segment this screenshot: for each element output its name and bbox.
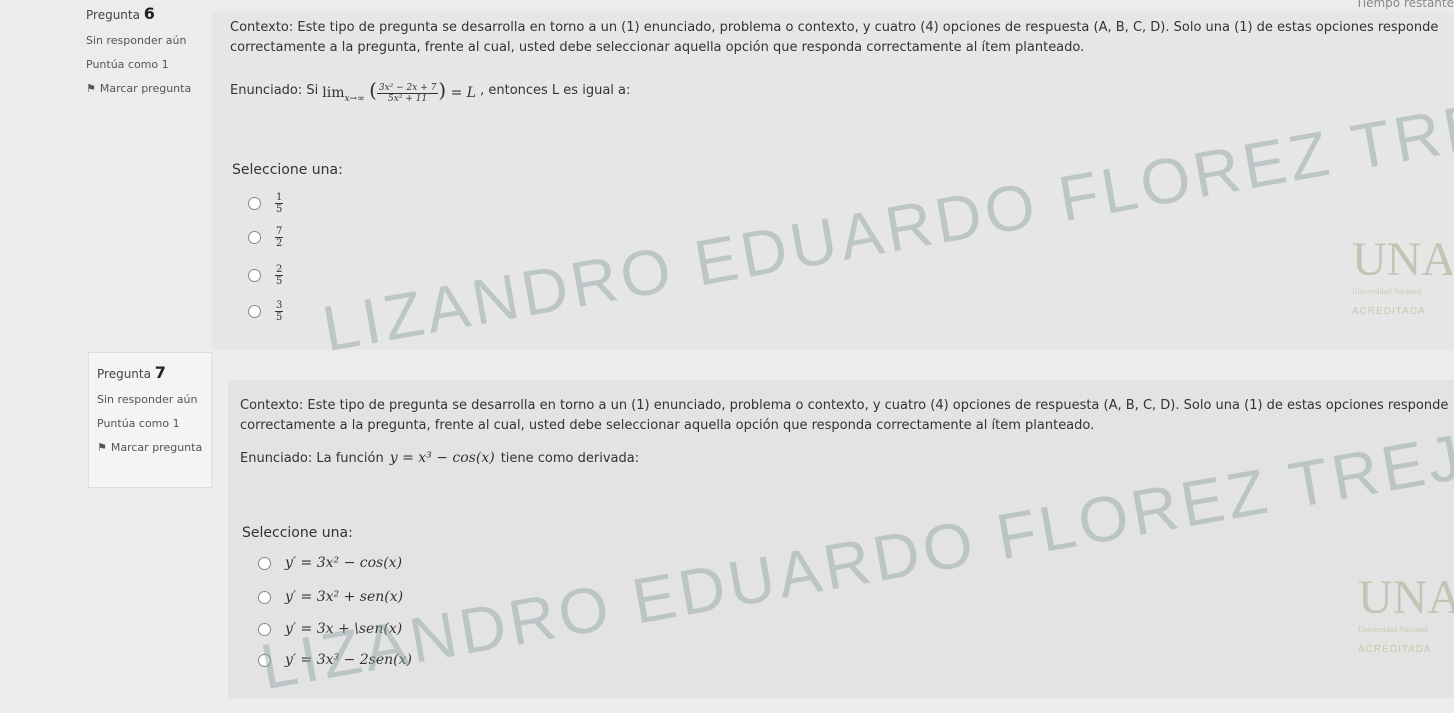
option-fraction: 15 xyxy=(275,192,284,215)
option-fraction: 35 xyxy=(275,300,284,323)
answer-option-c[interactable]: 25 xyxy=(248,264,284,287)
flag-icon: ⚑ xyxy=(86,82,96,95)
fraction-numerator: 2 xyxy=(275,264,284,276)
question-score: Puntúa como 1 xyxy=(97,417,180,430)
limit-fraction: 3x² − 2x + 7 5x² + 11 xyxy=(376,82,439,104)
limit-equals: = L xyxy=(450,85,477,101)
question-context: Contexto: Este tipo de pregunta se desar… xyxy=(240,396,1448,436)
answer-option-b[interactable]: y′ = 3x² + sen(x) xyxy=(258,589,403,605)
question-title: Pregunta 6 xyxy=(86,4,200,23)
logo-letters: UNAD xyxy=(1352,233,1452,286)
answer-option-d[interactable]: 35 xyxy=(248,300,284,323)
logo-badge: ACREDITADA xyxy=(1352,306,1426,317)
question-status: Sin responder aún xyxy=(86,34,187,47)
question-info-7: Pregunta 7 Sin responder aún Puntúa como… xyxy=(88,352,212,488)
answer-option-b[interactable]: 72 xyxy=(248,226,284,249)
statement-formula: limx→∞ (3x² − 2x + 7 5x² + 11) = L xyxy=(322,78,477,104)
flag-question-button[interactable]: ⚑ Marcar pregunta xyxy=(86,82,200,95)
timer-label: Tiempo restante xyxy=(1355,0,1454,10)
question-number: 6 xyxy=(143,4,155,23)
flag-question-button[interactable]: ⚑ Marcar pregunta xyxy=(97,441,203,454)
option-fraction: 25 xyxy=(275,264,284,287)
radio-button[interactable] xyxy=(258,556,271,570)
limit-subscript: x→∞ xyxy=(344,93,365,104)
fraction-denominator: 5 xyxy=(276,204,283,215)
statement-suffix: tiene como derivada: xyxy=(500,450,640,466)
radio-button[interactable] xyxy=(248,197,261,210)
radio-button[interactable] xyxy=(258,590,271,604)
limit-denominator: 5x² + 11 xyxy=(388,93,428,104)
fraction-numerator: 3 xyxy=(275,300,284,312)
statement-prefix: Enunciado: Si xyxy=(230,83,319,99)
fraction-denominator: 5 xyxy=(276,312,283,323)
logo-caption: Universidad Nacional xyxy=(1358,625,1428,634)
logo-letters: UNAD xyxy=(1358,571,1454,624)
context-line-1: Contexto: Este tipo de pregunta se desar… xyxy=(240,398,1449,413)
question-title-prefix: Pregunta xyxy=(97,367,151,381)
flag-label: Marcar pregunta xyxy=(99,82,192,95)
fraction-numerator: 1 xyxy=(275,192,284,204)
context-line-2: correctamente a la pregunta, frente al c… xyxy=(240,418,1095,433)
question-info-6: Pregunta 6 Sin responder aún Puntúa como… xyxy=(78,0,208,110)
question-context: Contexto: Este tipo de pregunta se desar… xyxy=(230,18,1438,58)
unad-logo: UNAD Universidad Nacional ACREDITADA xyxy=(1352,232,1452,342)
question-number: 7 xyxy=(154,363,166,382)
radio-button[interactable] xyxy=(248,231,261,244)
question-statement: Enunciado: Si limx→∞ (3x² − 2x + 7 5x² + … xyxy=(230,78,630,104)
flag-icon: ⚑ xyxy=(97,441,107,454)
question-title: Pregunta 7 xyxy=(97,363,203,382)
question-statement: Enunciado: La función y = x³ − cos(x) ti… xyxy=(240,450,639,466)
flag-label: Marcar pregunta xyxy=(110,441,203,454)
question-title-prefix: Pregunta xyxy=(86,8,140,22)
select-label: Seleccione una: xyxy=(242,525,353,541)
question-content-6: Contexto: Este tipo de pregunta se desar… xyxy=(212,12,1454,365)
option-fraction: 72 xyxy=(275,226,284,249)
context-line-1: Contexto: Este tipo de pregunta se desar… xyxy=(230,20,1439,35)
statement-prefix: Enunciado: La función xyxy=(240,450,384,466)
unad-logo: UNAD Universidad Nacional ACREDITADA xyxy=(1358,570,1454,680)
question-content-7: Contexto: Este tipo de pregunta se desar… xyxy=(228,380,1454,703)
question-status: Sin responder aún xyxy=(97,393,198,406)
question-score: Puntúa como 1 xyxy=(86,58,169,71)
option-formula: y′ = 3x² − cos(x) xyxy=(285,555,403,571)
fraction-denominator: 2 xyxy=(276,238,283,249)
radio-button[interactable] xyxy=(248,305,261,318)
answer-option-a[interactable]: y′ = 3x² − cos(x) xyxy=(258,555,402,571)
context-line-2: correctamente a la pregunta, frente al c… xyxy=(230,40,1085,55)
watermark-text: LIZANDRO EDUARDO FLOREZ TREJOS xyxy=(317,64,1454,366)
limit-label: lim xyxy=(322,85,345,101)
select-label: Seleccione una: xyxy=(232,162,343,178)
option-formula: y′ = 3x² + sen(x) xyxy=(285,589,404,605)
answer-option-a[interactable]: 15 xyxy=(248,192,284,215)
fraction-denominator: 5 xyxy=(276,276,283,287)
fraction-numerator: 7 xyxy=(275,226,284,238)
limit-numerator: 3x² − 2x + 7 xyxy=(376,82,439,94)
logo-badge: ACREDITADA xyxy=(1358,644,1432,655)
logo-caption: Universidad Nacional xyxy=(1352,287,1422,296)
radio-button[interactable] xyxy=(248,269,261,282)
watermark-text: LIZANDRO EDUARDO FLOREZ TREJOS xyxy=(255,402,1454,704)
statement-suffix: , entonces L es igual a: xyxy=(480,83,631,99)
statement-formula: y = x³ − cos(x) xyxy=(389,450,495,466)
